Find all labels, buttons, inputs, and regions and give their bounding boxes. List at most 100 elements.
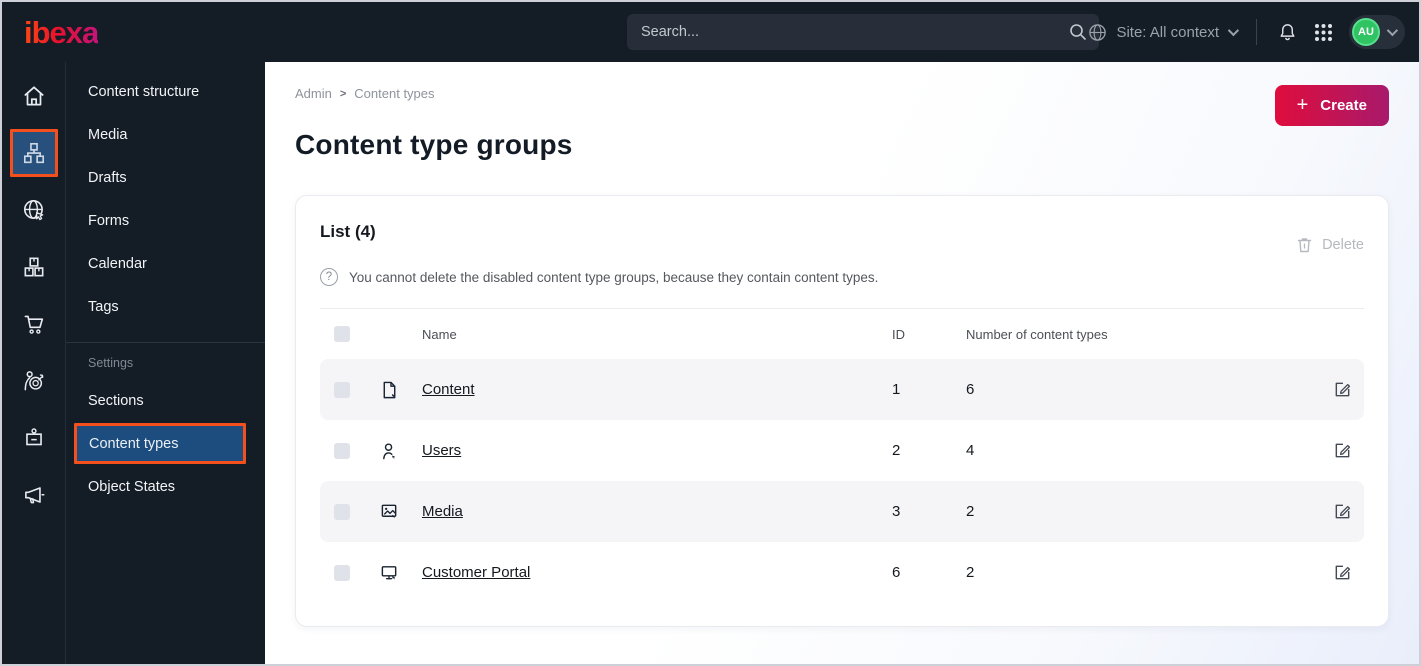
- group-count: 2: [966, 503, 975, 520]
- group-count: 2: [966, 564, 975, 581]
- breadcrumb-separator: >: [339, 87, 347, 100]
- monitor-icon: [380, 563, 422, 582]
- page-title: Content type groups: [295, 129, 573, 160]
- group-count: 6: [966, 381, 975, 398]
- ibexa-logo: ibexa: [24, 14, 99, 50]
- user-icon: [380, 441, 422, 461]
- grid-icon: [1314, 23, 1333, 42]
- trash-icon: [1296, 236, 1313, 254]
- group-id: 6: [892, 564, 901, 581]
- table-row: Media 3 2: [320, 481, 1364, 542]
- home-icon: [21, 83, 47, 109]
- globe-icon: [1088, 23, 1107, 42]
- sidebar-item-content[interactable]: [2, 124, 66, 181]
- table-header-row: Name ID Number of content types: [320, 309, 1364, 359]
- menu-item-tags[interactable]: Tags: [66, 285, 265, 328]
- menu-item-calendar[interactable]: Calendar: [66, 242, 265, 285]
- list-count-title: List (4): [320, 222, 376, 241]
- create-button[interactable]: + Create: [1274, 85, 1389, 126]
- delete-button-label: Delete: [1322, 237, 1364, 253]
- info-text: You cannot delete the disabled content t…: [349, 269, 879, 285]
- info-line: ? You cannot delete the disabled content…: [320, 268, 1364, 286]
- personalization-icon: [21, 368, 47, 394]
- top-bar: ibexa Site: All context: [2, 2, 1419, 62]
- notifications-button[interactable]: [1277, 22, 1298, 43]
- help-icon: ?: [320, 268, 338, 286]
- group-id: 2: [892, 442, 901, 459]
- row-checkbox[interactable]: [334, 442, 350, 459]
- group-id: 1: [892, 381, 901, 398]
- edit-button[interactable]: [1314, 563, 1358, 582]
- commerce-cart-icon: [21, 311, 47, 337]
- row-checkbox[interactable]: [334, 381, 350, 398]
- menu-item-drafts[interactable]: Drafts: [66, 156, 265, 199]
- site-context-label: Site: All context: [1116, 23, 1219, 41]
- content-type-groups-card: List (4) Delete ? You cannot delete the …: [295, 195, 1389, 627]
- column-header-count: Number of content types: [966, 326, 1108, 342]
- search-input[interactable]: [627, 24, 1069, 40]
- icon-sidebar: [2, 62, 66, 664]
- chevron-down-icon: [1227, 24, 1240, 37]
- site-context-selector[interactable]: Site: All context: [1088, 23, 1240, 42]
- search-icon[interactable]: [1069, 23, 1087, 41]
- content-structure-icon: [21, 140, 47, 166]
- group-link[interactable]: Users: [422, 442, 461, 459]
- edit-button[interactable]: [1314, 380, 1358, 399]
- menu-section-settings: Settings: [88, 356, 134, 370]
- breadcrumb-admin[interactable]: Admin: [295, 86, 332, 101]
- menu-item-forms[interactable]: Forms: [66, 199, 265, 242]
- sidebar-item-personalization[interactable]: [2, 352, 66, 409]
- global-search: [627, 14, 1099, 50]
- chevron-down-icon: [1386, 24, 1399, 37]
- group-link[interactable]: Customer Portal: [422, 564, 530, 581]
- edit-button[interactable]: [1314, 441, 1358, 460]
- content-file-icon: [380, 380, 422, 400]
- bell-icon: [1277, 22, 1298, 43]
- user-menu[interactable]: AU: [1349, 15, 1405, 49]
- sidebar-item-product-catalog[interactable]: [2, 238, 66, 295]
- menu-item-content-structure[interactable]: Content structure: [66, 70, 265, 113]
- sidebar-item-campaign[interactable]: [2, 466, 66, 523]
- active-menu-highlight: Content types: [74, 423, 246, 464]
- column-header-name: Name: [422, 326, 457, 342]
- topbar-right-cluster: Site: All context AU: [1088, 2, 1405, 62]
- menu-divider: [66, 342, 265, 343]
- app-switcher-button[interactable]: [1314, 23, 1333, 42]
- app-window: ibexa Site: All context: [0, 0, 1421, 666]
- image-icon: [380, 502, 422, 521]
- sidebar-item-admin[interactable]: [2, 409, 66, 466]
- group-count: 4: [966, 442, 975, 459]
- menu-item-content-types[interactable]: Content types: [66, 422, 265, 465]
- column-header-id: ID: [892, 326, 905, 342]
- menu-item-object-states[interactable]: Object States: [66, 465, 265, 508]
- menu-item-media[interactable]: Media: [66, 113, 265, 156]
- table-row: Users 2 4: [320, 420, 1364, 481]
- breadcrumb: Admin > Content types: [295, 86, 1389, 101]
- table-row: Customer Portal 6 2: [320, 542, 1364, 603]
- select-all-checkbox[interactable]: [334, 326, 350, 342]
- active-item-highlight: [9, 128, 58, 177]
- site-globe-icon: [21, 197, 47, 223]
- menu-panel: Content structure Media Drafts Forms Cal…: [66, 62, 265, 664]
- row-checkbox[interactable]: [334, 564, 350, 581]
- main-content: Admin > Content types + Create Content t…: [265, 62, 1419, 664]
- content-type-groups-table: Name ID Number of content types Content …: [320, 309, 1364, 603]
- admin-badge-icon: [21, 425, 47, 451]
- campaign-megaphone-icon: [21, 482, 47, 508]
- breadcrumb-content-types: Content types: [354, 86, 435, 101]
- group-id: 3: [892, 503, 901, 520]
- menu-item-sections[interactable]: Sections: [66, 379, 265, 422]
- delete-button[interactable]: Delete: [1296, 236, 1364, 254]
- avatar: AU: [1352, 18, 1380, 46]
- group-link[interactable]: Content: [422, 381, 475, 398]
- table-row: Content 1 6: [320, 359, 1364, 420]
- row-checkbox[interactable]: [334, 503, 350, 520]
- sidebar-item-site[interactable]: [2, 181, 66, 238]
- sidebar-item-commerce[interactable]: [2, 295, 66, 352]
- create-button-label: Create: [1320, 97, 1367, 114]
- edit-button[interactable]: [1314, 502, 1358, 521]
- topbar-divider: [1256, 19, 1257, 45]
- sidebar-item-dashboard[interactable]: [2, 67, 66, 124]
- group-link[interactable]: Media: [422, 503, 463, 520]
- product-catalog-icon: [21, 254, 47, 280]
